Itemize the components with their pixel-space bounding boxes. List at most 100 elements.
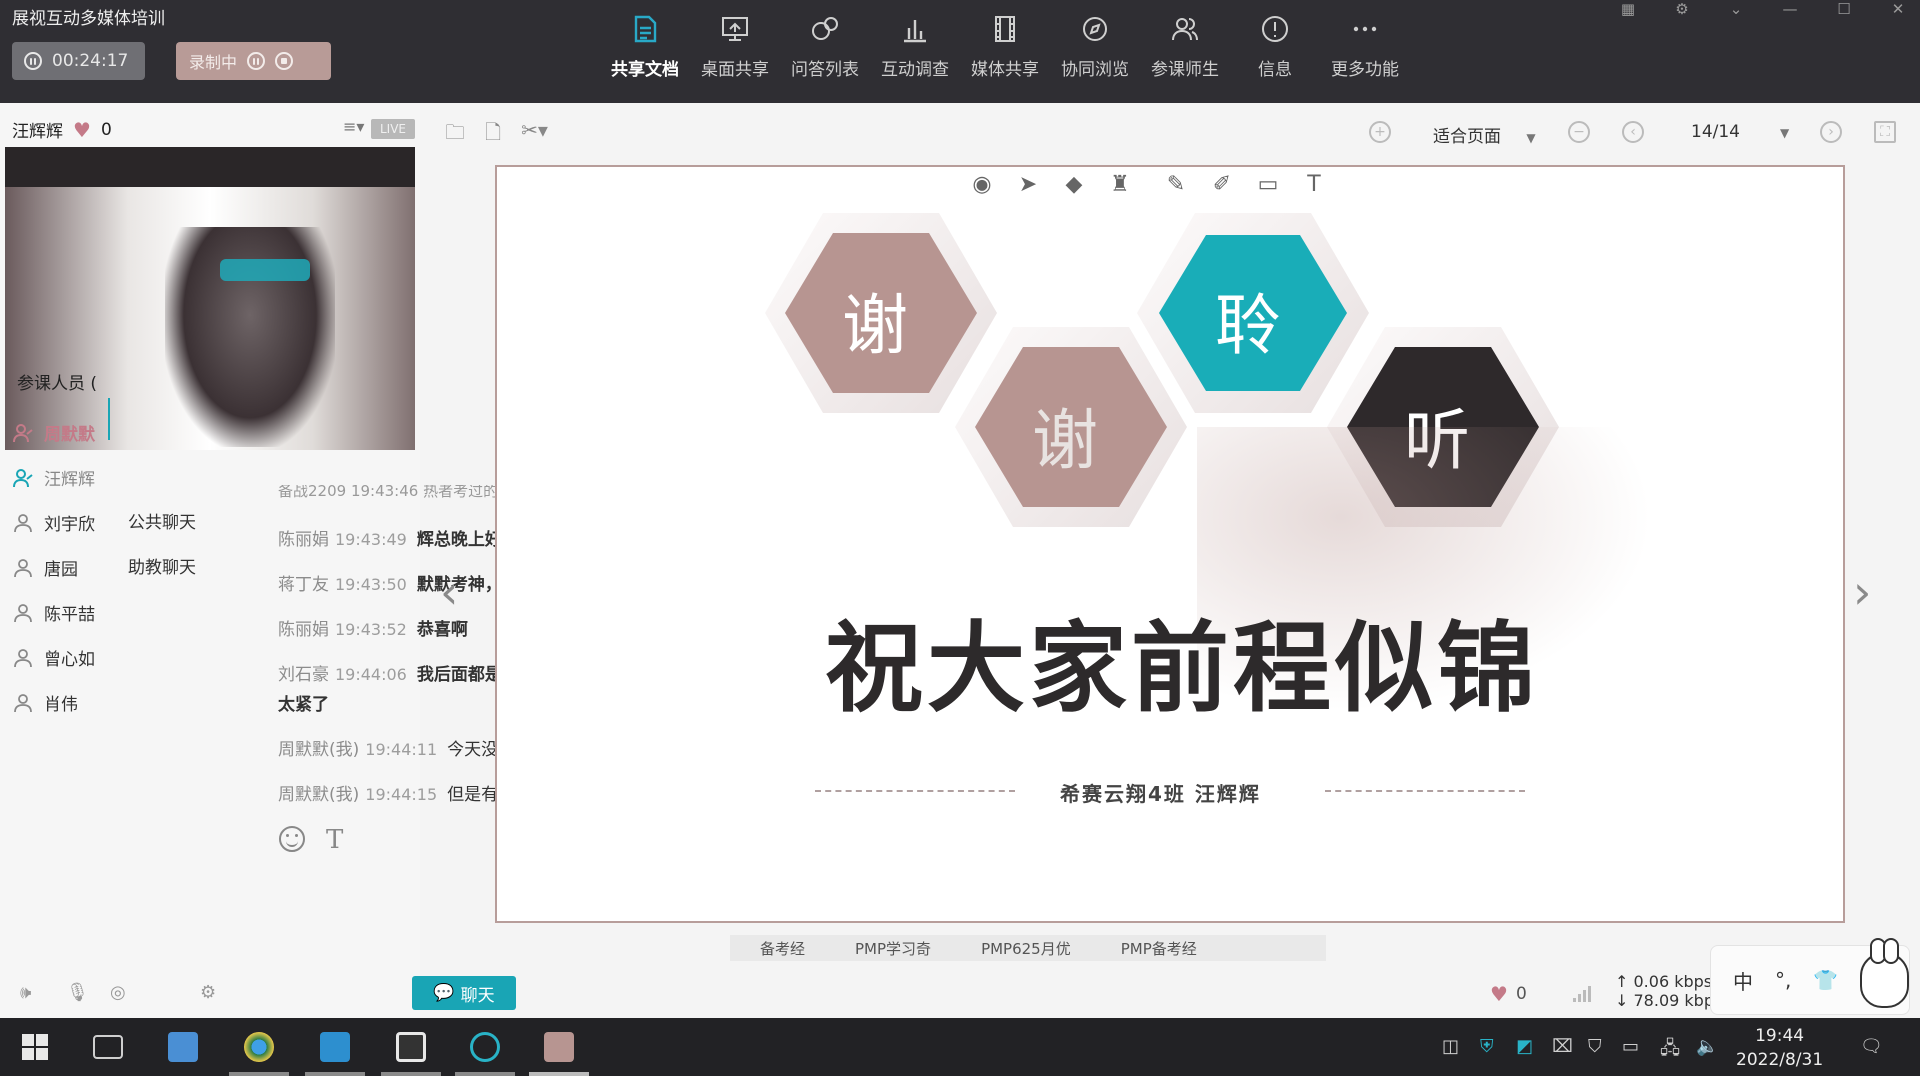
app-icon[interactable] — [320, 1032, 350, 1062]
thumbnail-item[interactable]: PMP备考经 — [1121, 938, 1197, 959]
file-explorer-icon[interactable] — [168, 1032, 198, 1062]
app-c-icon[interactable] — [396, 1032, 426, 1062]
member-name: 周默默 — [44, 425, 95, 445]
volume-icon[interactable]: 🔈 — [1696, 1036, 1718, 1057]
taskbar-clock[interactable]: 19:44 2022/8/31 — [1736, 1024, 1823, 1072]
zoom-in-icon[interactable]: + — [1369, 121, 1391, 143]
chevron-down-icon[interactable]: ⌄ — [1726, 0, 1746, 18]
broom-icon[interactable]: ♜ — [1108, 172, 1132, 197]
task-view-icon[interactable] — [93, 1035, 123, 1059]
eraser-icon[interactable]: ◆ — [1062, 172, 1086, 197]
member-item[interactable]: 汪辉辉 — [12, 455, 95, 500]
download-speed: 78.09 kbps — [1633, 991, 1723, 1010]
list-menu-icon[interactable]: ≡▾ — [343, 117, 364, 136]
close-icon[interactable]: ✕ — [1888, 0, 1908, 18]
tool-qa-list[interactable]: 问答列表 — [780, 12, 870, 80]
tab-public-chat[interactable]: 公共聊天 — [128, 508, 196, 533]
tool-label: 协同浏览 — [1061, 60, 1129, 80]
battery-icon[interactable]: ▭ — [1622, 1036, 1639, 1057]
feather-icon[interactable]: ◩ — [1516, 1036, 1533, 1057]
member-item[interactable]: 刘宇欣 — [12, 500, 95, 545]
page-caret-icon[interactable]: ▼ — [1780, 126, 1789, 140]
slide-next-icon[interactable]: › — [1853, 565, 1871, 619]
recording-pill[interactable]: 录制中 — [176, 42, 331, 80]
windows-taskbar: ◫ ⛨ ◩ ⌧ ⛉ ▭ 🖧 🔈 19:44 2022/8/31 🗨 — [0, 1018, 1920, 1076]
maximize-icon[interactable]: ☐ — [1834, 0, 1854, 18]
settings-icon[interactable]: ⚙ — [1672, 0, 1692, 18]
notification-icon[interactable]: 🗨 — [1860, 1036, 1883, 1057]
caret-down-icon: ▼ — [1526, 131, 1536, 145]
grid-icon[interactable]: ▦ — [1618, 0, 1638, 18]
member-item[interactable]: 唐园 — [12, 545, 95, 590]
person-icon — [12, 422, 34, 444]
zoom-select[interactable]: 适合页面 ▼ — [1433, 122, 1536, 147]
pause-recording-icon[interactable] — [247, 52, 266, 70]
chat-button[interactable]: 💬 聊天 — [412, 976, 516, 1010]
tool-more[interactable]: 更多功能 — [1320, 12, 1410, 80]
fullscreen-icon[interactable]: ⛶ — [1874, 121, 1896, 143]
timer-pill[interactable]: 00:24:17 — [12, 42, 145, 80]
network-speed: ↑ 0.06 kbps ↓ 78.09 kbps — [1615, 972, 1723, 1010]
tool-shared-doc[interactable]: 共享文档 — [600, 12, 690, 80]
scissors-icon[interactable]: ✂▾ — [521, 118, 548, 152]
emoji-icon[interactable] — [279, 826, 305, 852]
pen-icon[interactable]: ✐ — [1210, 172, 1234, 197]
rectangle-icon[interactable]: ▭ — [1256, 172, 1280, 197]
prev-page-icon[interactable]: ‹ — [1622, 121, 1644, 143]
tab-assistant-chat[interactable]: 助教聊天 — [128, 553, 196, 578]
thumbnail-item[interactable]: PMP625月优 — [981, 938, 1071, 959]
tool-media-share[interactable]: 媒体共享 — [960, 12, 1050, 80]
highlighter-icon[interactable]: ✎ — [1164, 172, 1188, 197]
tool-info[interactable]: 信息 — [1230, 12, 1320, 80]
chat-tray-icon[interactable]: ◫ — [1442, 1036, 1459, 1057]
chat-bubble-icon: 💬 — [433, 983, 455, 1003]
gear-icon[interactable]: ⚙ — [200, 982, 216, 1003]
punctuation-icon[interactable]: °, — [1775, 968, 1791, 992]
file-icon[interactable]: 🗋 — [485, 118, 501, 152]
training-app-icon[interactable] — [544, 1032, 574, 1062]
member-item[interactable]: 周默默 — [12, 410, 95, 455]
member-list: 周默默 汪辉辉 刘宇欣 唐园 陈平喆 曾心如 肖伟 — [12, 410, 95, 725]
meeting-app-icon[interactable] — [470, 1032, 500, 1062]
ime-language[interactable]: 中 — [1733, 966, 1753, 995]
heart-icon[interactable]: ♥ — [73, 118, 91, 142]
shirt-icon[interactable]: 👕 — [1813, 968, 1838, 992]
security-icon[interactable]: ⛉ — [1588, 1036, 1602, 1057]
microphone-icon[interactable]: 🎙 — [66, 982, 89, 1003]
member-name: 刘宇欣 — [44, 515, 95, 535]
tool-label: 共享文档 — [611, 60, 679, 80]
likes-counter[interactable]: ♥ 0 — [1490, 982, 1527, 1006]
windows-start-icon[interactable] — [22, 1034, 48, 1060]
browser-icon[interactable] — [244, 1032, 274, 1062]
hex-char: 聆 — [1215, 287, 1281, 364]
record-icon[interactable]: ◉ — [970, 172, 994, 197]
shield-icon[interactable]: ⛨ — [1480, 1036, 1494, 1057]
member-item[interactable]: 肖伟 — [12, 680, 95, 725]
page-indicator[interactable]: 14/14 — [1691, 122, 1740, 142]
thumbnail-item[interactable]: PMP学习奇 — [855, 938, 931, 959]
tool-co-browse[interactable]: 协同浏览 — [1050, 12, 1140, 80]
member-item[interactable]: 曾心如 — [12, 635, 95, 680]
slide-prev-icon[interactable]: ‹ — [440, 565, 458, 619]
network-icon[interactable]: 🖧 — [1660, 1036, 1680, 1066]
tool-survey[interactable]: 互动调查 — [870, 12, 960, 80]
thumbnail-item[interactable]: 备考经 — [760, 938, 805, 959]
pointer-icon[interactable]: ➤ — [1016, 172, 1040, 197]
stop-recording-icon[interactable] — [275, 52, 294, 70]
zoom-out-icon[interactable]: − — [1568, 121, 1590, 143]
tool-participants[interactable]: 参课师生 — [1140, 12, 1230, 80]
text-tool-icon[interactable]: T — [1302, 172, 1326, 197]
ime-toolbar[interactable]: 中 °, 👕 — [1710, 938, 1910, 1015]
next-page-icon[interactable]: › — [1820, 121, 1842, 143]
folder-icon[interactable]: 🗀 — [445, 118, 465, 152]
usb-icon[interactable]: ⌧ — [1552, 1036, 1573, 1057]
tool-label: 媒体共享 — [971, 60, 1039, 80]
speaker-icon[interactable]: 🕪 — [20, 982, 31, 1003]
person-icon — [12, 557, 34, 579]
member-name: 曾心如 — [44, 650, 95, 670]
tool-desktop-share[interactable]: 桌面共享 — [690, 12, 780, 80]
text-format-icon[interactable]: T — [326, 825, 343, 855]
camera-icon[interactable]: ◎ — [110, 982, 126, 1003]
minimize-icon[interactable]: — — [1780, 0, 1800, 18]
member-item[interactable]: 陈平喆 — [12, 590, 95, 635]
